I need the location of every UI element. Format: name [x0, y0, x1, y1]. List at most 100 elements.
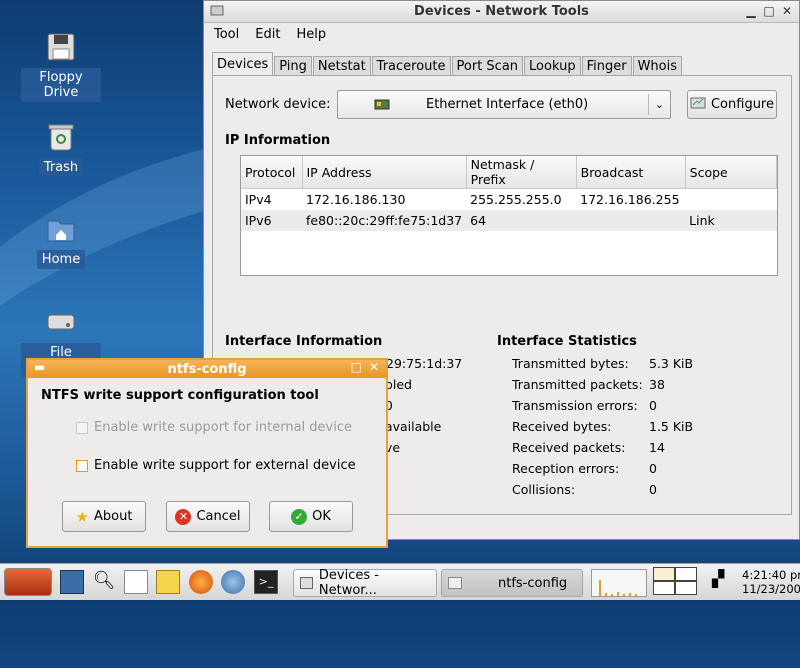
task-label: ntfs-config [498, 575, 568, 591]
menu-help[interactable]: Help [296, 27, 326, 42]
trash-icon [44, 120, 78, 154]
ip-info-heading: IP Information [225, 133, 331, 148]
cell: fe80::20c:29ff:fe75:1d37 [302, 209, 467, 231]
interface-info-heading: Interface Information [225, 334, 383, 349]
system-monitor-applet[interactable] [591, 569, 647, 597]
ok-button[interactable]: ✓ OK [269, 501, 353, 532]
desktop-icon-home[interactable]: Home [21, 212, 101, 269]
cell: IPv6 [241, 209, 302, 231]
ok-label: OK [312, 509, 331, 524]
network-device-value: Ethernet Interface (eth0) [426, 97, 589, 112]
network-device-combo[interactable]: Ethernet Interface (eth0) ⌄ [337, 90, 671, 119]
check-icon: ✓ [291, 508, 308, 525]
external-device-option[interactable]: Enable write support for external device [76, 458, 356, 473]
stat-label: Transmission errors: [512, 398, 638, 413]
taskbar: 🔍︎ >_ Devices - Networ... ntfs-config ▞ … [0, 563, 800, 600]
window-title: Devices - Network Tools [414, 4, 589, 19]
cell: 172.16.186.255 [580, 191, 680, 207]
stat-value: 0 [649, 461, 657, 476]
internal-device-label: Enable write support for internal device [94, 420, 352, 435]
external-device-label: Enable write support for external device [94, 458, 356, 473]
ethernet-card-icon [374, 97, 390, 115]
configure-button[interactable]: Configure [687, 90, 777, 119]
ntfs-config-dialog: ▬ ntfs-config □ ✕ NTFS write support con… [26, 358, 388, 548]
ip-table[interactable]: Protocol IP Address Netmask / Prefix Bro… [240, 155, 778, 276]
menu-tool[interactable]: Tool [214, 27, 239, 42]
menubar: Tool Edit Help [204, 23, 799, 45]
show-desktop-icon[interactable] [60, 570, 84, 594]
network-status-icon[interactable]: ▞ [702, 569, 734, 596]
thunderbird-icon[interactable] [221, 570, 245, 594]
col-scope[interactable]: Scope [685, 156, 778, 189]
star-icon: ★ [75, 507, 89, 526]
dialog-titlebar[interactable]: ▬ ntfs-config □ ✕ [28, 360, 386, 378]
desktop-label: Home [36, 250, 86, 269]
col-broadcast[interactable]: Broadcast [576, 156, 686, 189]
maximize-icon[interactable]: □ [351, 360, 362, 374]
cell: 64 [466, 209, 577, 231]
stat-label: Received bytes: [512, 419, 612, 434]
desktop-label: Trash [38, 158, 84, 177]
about-label: About [94, 509, 133, 524]
cancel-label: Cancel [196, 509, 241, 524]
about-button[interactable]: ★ About [62, 501, 146, 532]
document-icon[interactable] [124, 570, 148, 594]
internal-device-checkbox [76, 421, 88, 434]
stat-value: 1.5 KiB [649, 419, 694, 434]
desktop-icon-floppy[interactable]: Floppy Drive [21, 30, 101, 102]
cancel-icon: ✕ [175, 508, 192, 525]
search-icon[interactable]: 🔍︎ [92, 570, 116, 594]
chevron-down-icon[interactable]: ⌄ [648, 94, 670, 115]
ntfs-config-icon [448, 577, 462, 589]
cell [576, 209, 686, 231]
workspace-3[interactable] [653, 581, 675, 595]
cell: 172.16.186.130 [306, 191, 406, 207]
external-device-checkbox[interactable] [76, 459, 88, 472]
maximize-icon[interactable]: □ [763, 4, 775, 18]
dialog-heading: NTFS write support configuration tool [41, 388, 319, 403]
stat-label: Collisions: [512, 482, 576, 497]
col-netmask[interactable]: Netmask / Prefix [466, 156, 577, 189]
start-menu-icon[interactable] [4, 568, 52, 596]
configure-icon [690, 96, 706, 114]
floppy-icon [44, 30, 78, 64]
col-ip-address[interactable]: IP Address [302, 156, 467, 189]
stat-value: 38 [649, 377, 665, 392]
stat-value: 0 [649, 398, 657, 413]
window-menu-icon[interactable] [210, 5, 224, 17]
cell: IPv4 [245, 191, 272, 207]
internal-device-option: Enable write support for internal device [76, 420, 352, 435]
menu-edit[interactable]: Edit [255, 27, 280, 42]
table-row[interactable]: IPv4 172.16.186.130 255.255.255.0 172.16… [241, 189, 777, 210]
stat-value: 5.3 KiB [649, 356, 694, 371]
configure-label: Configure [710, 97, 774, 112]
dialog-title: ntfs-config [167, 361, 247, 377]
firefox-icon[interactable] [189, 570, 213, 594]
cell: Link [685, 209, 777, 231]
stat-label: Transmitted packets: [512, 377, 643, 392]
close-icon[interactable]: ✕ [369, 360, 379, 374]
home-folder-icon [44, 212, 78, 246]
workspace-2[interactable] [675, 567, 697, 581]
clock[interactable]: 4:21:40 pr 11/23/200 [742, 568, 800, 596]
window-menu-icon[interactable]: ▬ [34, 360, 45, 374]
network-device-label: Network device: [225, 97, 331, 112]
cancel-button[interactable]: ✕ Cancel [166, 501, 250, 532]
stat-label: Received packets: [512, 440, 626, 455]
task-label: Devices - Networ... [318, 568, 379, 598]
desktop-icon-trash[interactable]: Trash [21, 120, 101, 177]
close-icon[interactable]: ✕ [781, 4, 793, 18]
clock-date: 11/23/200 [742, 582, 800, 596]
table-row[interactable]: IPv6 fe80::20c:29ff:fe75:1d37 64 Link [241, 209, 777, 231]
task-ntfs-config[interactable]: ntfs-config [441, 569, 583, 597]
notes-icon[interactable] [156, 570, 180, 594]
window-titlebar[interactable]: Devices - Network Tools ▁ □ ✕ [204, 1, 799, 23]
stat-label: Transmitted bytes: [512, 356, 629, 371]
workspace-1[interactable] [653, 567, 675, 581]
cell: 255.255.255.0 [470, 191, 562, 207]
terminal-icon[interactable]: >_ [254, 570, 278, 594]
task-network-tools[interactable]: Devices - Networ... [293, 568, 437, 598]
workspace-4[interactable] [675, 581, 697, 595]
col-protocol[interactable]: Protocol [241, 156, 303, 189]
minimize-icon[interactable]: ▁ [745, 4, 757, 18]
